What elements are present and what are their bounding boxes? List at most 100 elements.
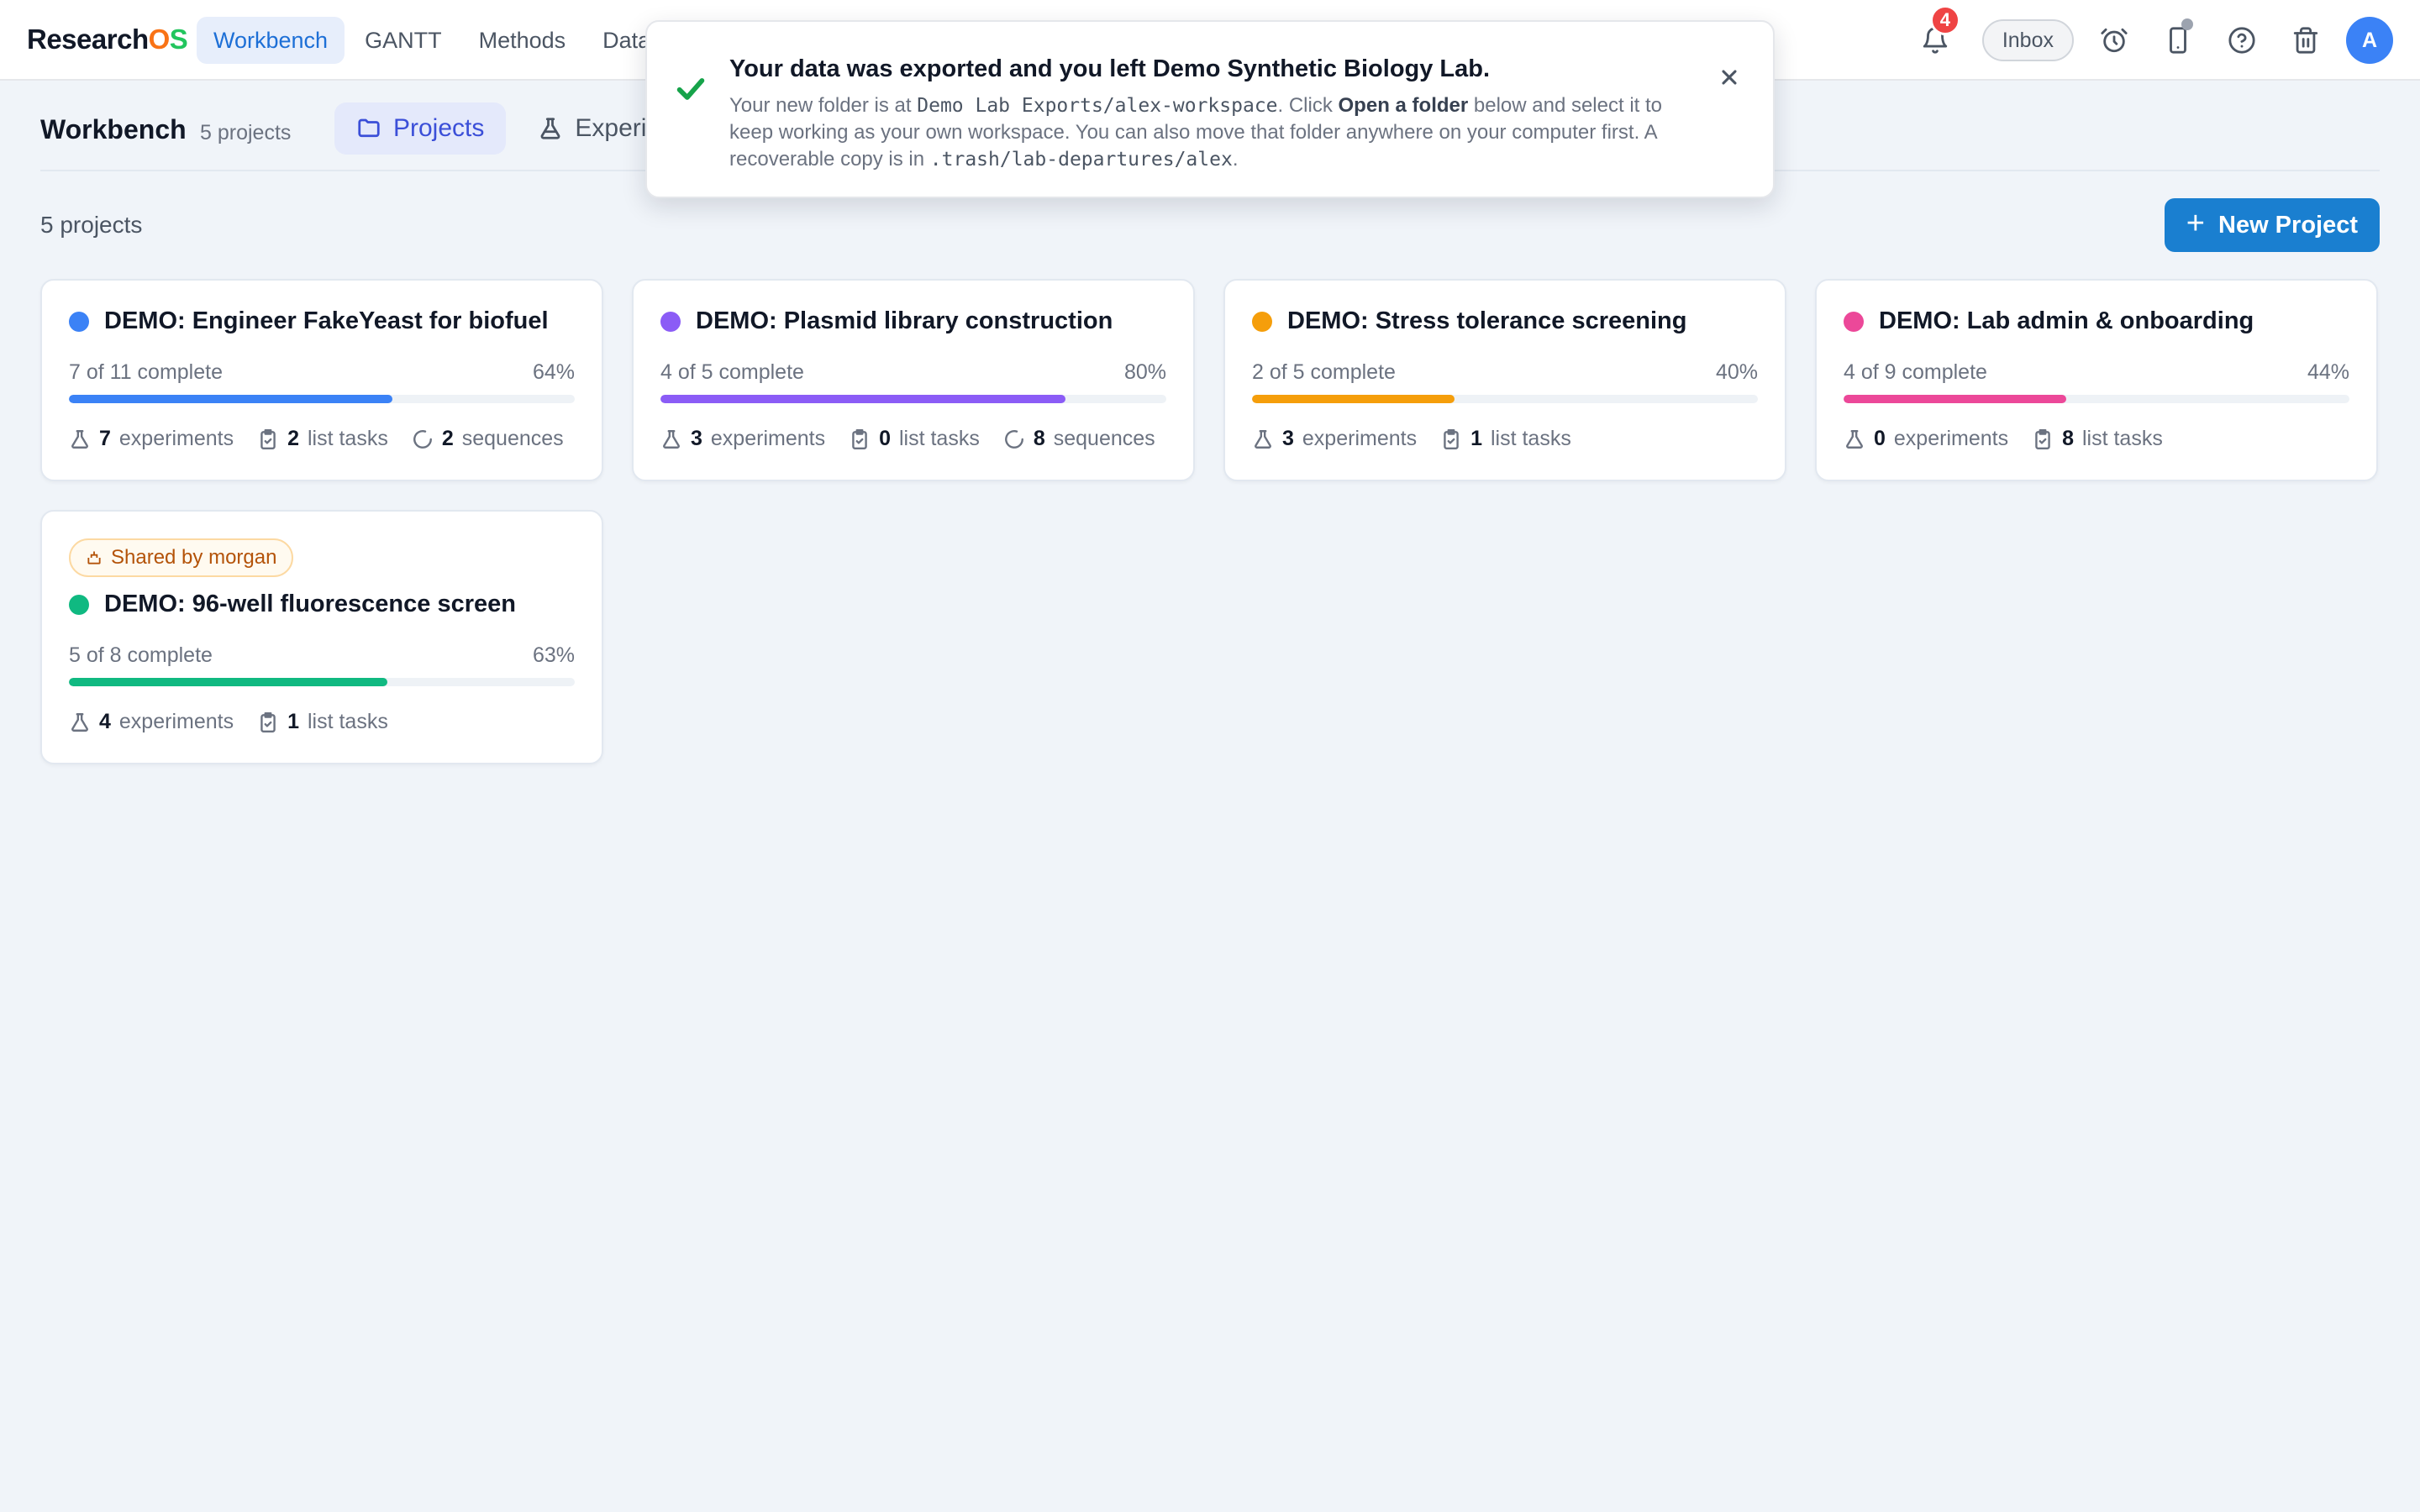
toast-text-4: . [1232,148,1239,171]
notification-count-badge: 4 [1929,5,1960,35]
nav-tab-methods[interactable]: Methods [462,17,583,64]
main-nav: Workbench GANTT Methods Data [197,17,667,64]
project-color-dot [1252,311,1272,332]
list-tasks-label: list tasks [898,427,980,450]
user-avatar[interactable]: A [2346,17,2393,64]
nav-tab-gantt[interactable]: GANTT [348,17,459,64]
experiments-label: experiments [118,710,234,733]
project-card[interactable]: DEMO: Lab admin & onboarding 4 of 9 comp… [1815,279,2378,481]
new-project-label: New Project [2218,211,2358,239]
app-logo[interactable]: ResearchOS [27,24,188,55]
toast-message: Your new folder is at Demo Lab Exports/a… [729,92,1687,173]
project-color-dot [660,311,681,332]
help-button[interactable] [2218,17,2265,64]
tab-projects-label: Projects [393,114,485,142]
progress-bar-fill [660,395,1065,403]
list-tasks-count: 0 [879,427,891,450]
progress-bar [1844,395,2349,403]
project-stats: 0 experiments 8 list tasks [1844,427,2349,451]
experiments-label: experiments [1893,427,2009,450]
experiments-label: experiments [710,427,826,450]
progress-bar [1252,395,1758,403]
projects-count-label: 5 projects [40,212,143,238]
progress-bar-fill [69,678,388,686]
project-stats: 3 experiments 0 list tasks 8 sequences [660,427,1166,451]
share-icon [87,551,101,564]
progress-bar [69,678,575,686]
brand-o: O [148,24,171,55]
clipboard-icon [1444,428,1459,449]
progress-text: 4 of 5 complete [660,360,804,384]
progress-row: 4 of 5 complete 80% [660,360,1166,385]
trash-copy-path: .trash/lab-departures/alex [929,149,1233,171]
new-project-button[interactable]: + New Project [2164,198,2380,252]
clipboard-icon [260,428,276,449]
plus-icon: + [2186,206,2205,241]
stat-sequences: 2 sequences [412,427,564,451]
alarm-button[interactable] [2091,17,2138,64]
experiments-label: experiments [118,427,234,450]
top-right-actions: 4 Inbox A [1895,5,2393,64]
progress-bar [660,395,1166,403]
progress-row: 7 of 11 complete 64% [69,360,575,385]
flask-icon [71,712,88,732]
project-color-dot [69,311,89,332]
experiments-count: 3 [691,427,702,450]
stat-list-tasks: 0 list tasks [849,427,980,451]
clipboard-icon [852,428,867,449]
list-tasks-label: list tasks [2081,427,2163,450]
flask-icon [71,429,88,449]
progress-bar-fill [1844,395,2066,403]
list-tasks-count: 1 [287,710,299,733]
project-color-dot [69,594,89,615]
project-title: DEMO: Plasmid library construction [696,307,1113,334]
list-tasks-label: list tasks [1490,427,1571,450]
nav-tab-workbench[interactable]: Workbench [197,17,345,64]
project-card[interactable]: Shared by morgan DEMO: 96-well fluoresce… [40,510,603,764]
export-folder-path: Demo Lab Exports/alex-workspace [917,95,1278,117]
phone-icon [2170,27,2186,54]
toast-text-1: Your new folder is at [729,94,918,117]
project-title: DEMO: Engineer FakeYeast for biofuel [104,307,549,334]
clipboard-icon [260,711,276,732]
project-card[interactable]: DEMO: Plasmid library construction 4 of … [632,279,1195,481]
list-tasks-label: list tasks [307,427,388,450]
project-grid: DEMO: Engineer FakeYeast for biofuel 7 o… [40,279,2380,764]
stat-list-tasks: 1 list tasks [257,710,388,734]
sequences-count: 8 [1033,427,1045,450]
sequences-label: sequences [1053,427,1155,450]
sequences-count: 2 [441,427,454,450]
loop-icon [1004,429,1023,449]
project-title: DEMO: Lab admin & onboarding [1879,307,2254,334]
notifications-button[interactable]: 4 [1912,5,1960,64]
stat-list-tasks: 1 list tasks [1440,427,1571,451]
project-card[interactable]: DEMO: Stress tolerance screening 2 of 5 … [1223,279,1786,481]
page-title: Workbench [40,114,187,144]
progress-bar-fill [69,395,393,403]
list-tasks-label: list tasks [307,710,388,733]
progress-percent: 64% [532,360,575,384]
toast-check [674,72,708,106]
experiments-count: 7 [99,427,111,450]
inbox-button[interactable]: Inbox [1981,19,2074,61]
experiments-count: 4 [99,710,111,733]
progress-text: 5 of 8 complete [69,643,213,667]
progress-bar-fill [1252,395,1455,403]
open-folder-reference: Open a folder [1338,94,1469,117]
loop-icon [413,429,432,449]
flask-icon [663,429,680,449]
experiments-label: experiments [1302,427,1418,450]
sequences-label: sequences [461,427,564,450]
stat-list-tasks: 2 list tasks [257,427,388,451]
device-status-dot [2181,18,2193,30]
brand-prefix: Research [27,24,149,55]
stat-experiments: 3 experiments [660,427,825,451]
tab-projects[interactable]: Projects [334,102,507,155]
trash-button[interactable] [2282,17,2329,64]
project-card[interactable]: DEMO: Engineer FakeYeast for biofuel 7 o… [40,279,603,481]
project-title-row: DEMO: 96-well fluorescence screen [69,591,575,618]
stat-experiments: 3 experiments [1252,427,1417,451]
mobile-device-button[interactable] [2154,17,2202,64]
toast-close-button[interactable] [1712,60,1746,94]
project-title: DEMO: Stress tolerance screening [1287,307,1687,334]
